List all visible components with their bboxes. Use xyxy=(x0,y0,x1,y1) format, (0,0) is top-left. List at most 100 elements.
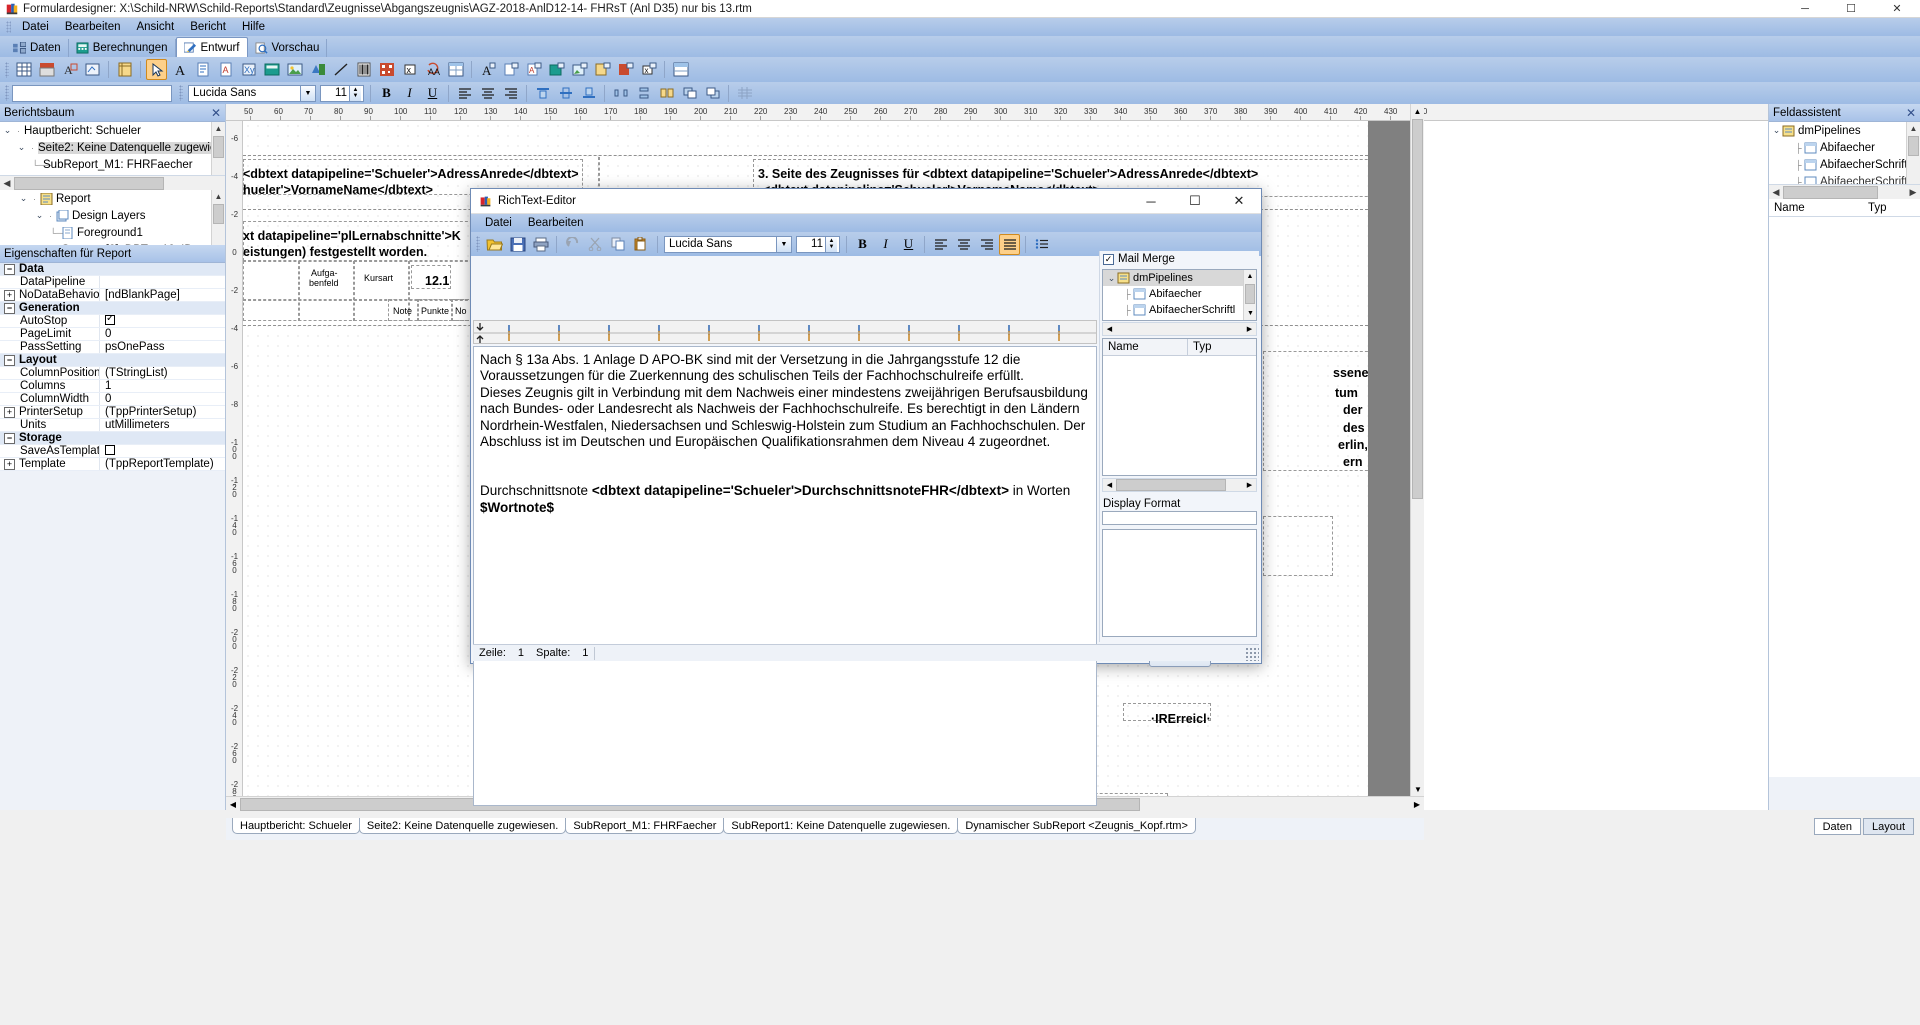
sub-memo-icon[interactable] xyxy=(500,59,521,80)
dialog-bold-button[interactable]: B xyxy=(852,234,873,255)
mm-grid-horizontal-scrollbar[interactable]: ◀ ▶ xyxy=(1102,478,1257,492)
font-size-stepper[interactable]: ▲ ▼ xyxy=(349,85,361,101)
cut-icon[interactable] xyxy=(585,234,606,255)
checkbox-field-icon[interactable]: x xyxy=(399,59,420,80)
scroll-right-icon[interactable]: ▶ xyxy=(1243,479,1256,491)
vertical-ruler[interactable]: -6 -4 -2 0 -2 -4 -6 -8 -1 0 0 -1 2 0 -1 4 0 -1 6 0 -1 8 0 -2 0 0 -… xyxy=(226,121,243,796)
paste-icon[interactable] xyxy=(631,234,652,255)
property-value[interactable]: 1 xyxy=(100,380,225,392)
tree-vertical-scrollbar[interactable]: ▲ xyxy=(211,122,225,175)
open-icon[interactable] xyxy=(484,234,505,255)
sub-label-icon[interactable]: A xyxy=(477,59,498,80)
property-row[interactable]: AutoStop xyxy=(0,314,225,328)
tree-item-subreport-m1[interactable]: └── SubReport_M1: FHRFaecher xyxy=(0,156,225,173)
dialog-titlebar[interactable]: RichText-Editor ─ ☐ ✕ xyxy=(471,189,1261,214)
dialog-align-center-icon[interactable] xyxy=(953,234,974,255)
chevron-down-icon[interactable]: ⌄ xyxy=(34,210,45,221)
minimize-button[interactable]: ─ xyxy=(1782,0,1828,18)
menu-ansicht[interactable]: Ansicht xyxy=(128,20,182,34)
design-element-text[interactable]: ·IRErreicl· xyxy=(1151,712,1211,726)
scroll-thumb[interactable] xyxy=(14,176,164,190)
column-header-typ[interactable]: Typ xyxy=(1864,202,1887,214)
variable-icon[interactable]: Xy xyxy=(238,59,259,80)
field-grid-body[interactable] xyxy=(1769,217,1920,777)
canvas-vertical-scrollbar[interactable]: ▲ ▼ xyxy=(1410,104,1424,796)
design-element-text[interactable]: Note xyxy=(393,306,412,316)
richtext-editor-body[interactable]: Nach § 13a Abs. 1 Anlage D APO-BK sind m… xyxy=(473,346,1097,806)
align-center-icon[interactable] xyxy=(477,83,498,104)
column-header-name[interactable]: Name xyxy=(1103,339,1188,355)
design-element-text[interactable]: ssene xyxy=(1333,366,1368,380)
scroll-up-icon[interactable]: ▲ xyxy=(212,122,225,135)
design-element-text[interactable]: <dbtext datapipeline='Schueler'>AdressAn… xyxy=(243,167,579,181)
design-element-text[interactable]: 12.1 xyxy=(425,274,449,288)
scroll-thumb[interactable] xyxy=(213,136,224,158)
component-name-input[interactable] xyxy=(12,84,172,102)
property-category[interactable]: − Storage xyxy=(0,432,225,445)
scroll-thumb[interactable] xyxy=(1783,185,1878,199)
field-tree-horizontal-scrollbar[interactable]: ◀ ▶ xyxy=(1769,184,1920,199)
dialog-menu-datei[interactable]: Datei xyxy=(477,216,520,230)
toolbar-grip-1[interactable] xyxy=(5,61,9,78)
sub-richtext-icon[interactable]: A xyxy=(523,59,544,80)
italic-button[interactable]: I xyxy=(399,83,420,104)
dialog-font-family-select[interactable]: Lucida Sans ▼ xyxy=(664,235,792,253)
dialog-align-left-icon[interactable] xyxy=(930,234,951,255)
collapse-icon[interactable]: − xyxy=(4,263,15,275)
sub-dbcalc-icon[interactable] xyxy=(546,59,567,80)
chevron-down-icon[interactable]: ▼ xyxy=(776,236,791,252)
toolbar-grip-2[interactable] xyxy=(5,85,9,101)
field-tree-vertical-scrollbar[interactable]: ▲ xyxy=(1906,122,1920,184)
property-row[interactable]: PageLimit 0 xyxy=(0,328,225,341)
property-value[interactable]: 0 xyxy=(100,393,225,405)
mm-tree-item-dmpipelines[interactable]: ⌄ dmPipelines xyxy=(1103,270,1256,286)
autosize-text-icon[interactable]: AA xyxy=(422,59,443,80)
qrcode-icon[interactable] xyxy=(376,59,397,80)
richtext-editor-dialog[interactable]: RichText-Editor ─ ☐ ✕ Datei Bearbeiten L… xyxy=(470,188,1262,806)
tree-item-hauptbericht[interactable]: ⌄ · Hauptbericht: Schueler xyxy=(0,122,225,139)
page-tab-subreport-m1[interactable]: SubReport_M1: FHRFaecher xyxy=(565,818,725,834)
tree-item-abifaecherschriftl[interactable]: ├ AbifaecherSchriftl xyxy=(1769,156,1920,173)
display-format-preview[interactable] xyxy=(1102,529,1257,637)
menu-bericht[interactable]: Bericht xyxy=(182,20,234,34)
align-top-icon[interactable] xyxy=(532,83,553,104)
tab-berechnungen[interactable]: Berechnungen xyxy=(69,39,176,57)
property-category[interactable]: − Generation xyxy=(0,302,225,315)
dialog-resize-grip[interactable] xyxy=(1245,647,1259,661)
sub-qrcode-icon[interactable] xyxy=(615,59,636,80)
horizontal-ruler[interactable]: 50 60 70 80 90 100 110 120 130 140 150 160 170 180 190… xyxy=(226,104,1768,121)
scroll-thumb[interactable] xyxy=(1908,136,1919,156)
page-tab-subreport1[interactable]: SubReport1: Keine Datenquelle zugewiesen… xyxy=(723,818,959,834)
line-icon[interactable] xyxy=(330,59,351,80)
scroll-thumb[interactable] xyxy=(1116,479,1226,491)
dialog-menu-bearbeiten[interactable]: Bearbeiten xyxy=(520,216,592,230)
column-header-name[interactable]: Name xyxy=(1769,202,1864,214)
tree2-vertical-scrollbar[interactable]: ▲ xyxy=(211,190,225,245)
barcode-icon[interactable] xyxy=(353,59,374,80)
maximize-button[interactable]: ☐ xyxy=(1828,0,1874,18)
mm-tree-vertical-scrollbar[interactable]: ▲ ▼ xyxy=(1243,270,1256,320)
scroll-thumb[interactable] xyxy=(213,204,224,224)
dialog-bullet-list-icon[interactable] xyxy=(1031,234,1052,255)
chevron-down-icon[interactable]: ⌄ xyxy=(16,142,27,153)
field-wizard-icon[interactable] xyxy=(82,59,103,80)
snap-grid-icon[interactable] xyxy=(734,83,755,104)
dialog-font-size-select[interactable]: 11 ▲ ▼ xyxy=(796,235,840,253)
mail-merge-checkbox[interactable]: ✓ xyxy=(1103,253,1114,265)
scroll-up-icon[interactable]: ▲ xyxy=(1244,270,1256,283)
property-value[interactable]: 0 xyxy=(100,328,225,340)
property-row[interactable]: Units utMillimeters xyxy=(0,419,225,432)
shape-icon[interactable] xyxy=(307,59,328,80)
tree-item-design-layers[interactable]: ⌄ · Design Layers xyxy=(0,207,225,224)
sub-checkbox-icon[interactable]: x xyxy=(638,59,659,80)
sub-image-icon[interactable] xyxy=(569,59,590,80)
property-value[interactable] xyxy=(100,444,225,458)
tree-item-abifaecher[interactable]: ├ Abifaecher xyxy=(1769,139,1920,156)
tree-item-dmpipelines[interactable]: ⌄ dmPipelines xyxy=(1769,122,1920,139)
design-element-text[interactable]: tum xyxy=(1335,386,1358,400)
select-pointer-icon[interactable] xyxy=(146,59,167,80)
design-element-text[interactable]: No xyxy=(455,306,467,316)
property-row[interactable]: ColumnWidth 0 xyxy=(0,393,225,406)
tree-item-abifaecherschriftlp[interactable]: ├ AbifaecherSchriftlP xyxy=(1769,173,1920,184)
mm-tree-item-abifaecherschriftl[interactable]: ├ AbifaecherSchriftl xyxy=(1103,302,1256,318)
